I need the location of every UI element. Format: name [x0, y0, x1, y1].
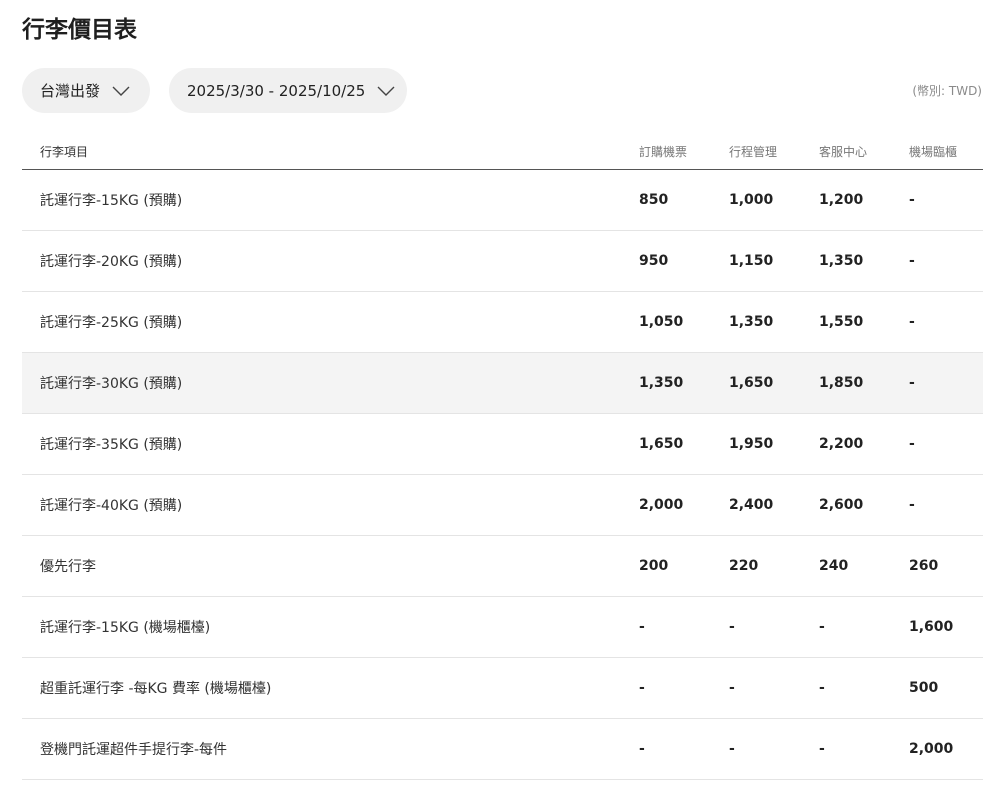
baggage-price-page: 行李價目表 台灣出發 2025/3/30 - 2025/10/25 (幣別: T…: [0, 0, 1000, 791]
table-row: 超重託運行李 -每KG 費率 (機場櫃檯) - - - 500: [22, 658, 983, 719]
price-booking: 1,350: [639, 375, 684, 391]
price-airport: -: [909, 253, 915, 269]
table-row: 登機門託運超件手提行李-每件 - - - 2,000: [22, 719, 983, 780]
price-service: 240: [819, 558, 849, 574]
price-booking: 2,000: [639, 497, 684, 513]
item-name: 託運行李-30KG (預購): [40, 376, 183, 392]
price-booking: 1,050: [639, 314, 684, 330]
origin-dropdown[interactable]: 台灣出發: [22, 68, 150, 113]
item-name: 優先行李: [40, 559, 96, 575]
table-row: 託運行李-30KG (預購) 1,350 1,650 1,850 -: [22, 353, 983, 414]
baggage-price-table: 行李項目 訂購機票 行程管理 客服中心 機場臨櫃 託運行李-15KG (預購) …: [22, 133, 983, 780]
price-airport: -: [909, 375, 915, 391]
table-row: 託運行李-40KG (預購) 2,000 2,400 2,600 -: [22, 475, 983, 536]
price-booking: 1,650: [639, 436, 684, 452]
price-airport: -: [909, 314, 915, 330]
currency-note: (幣別: TWD): [912, 84, 982, 98]
price-airport: 500: [909, 680, 939, 696]
page-title: 行李價目表: [22, 17, 137, 43]
table-row: 託運行李-35KG (預購) 1,650 1,950 2,200 -: [22, 414, 983, 475]
price-manage: -: [729, 619, 735, 635]
price-manage: -: [729, 741, 735, 757]
header-manage: 行程管理: [729, 144, 778, 159]
item-name: 託運行李-35KG (預購): [40, 437, 183, 453]
header-item: 行李項目: [40, 144, 89, 159]
item-name: 超重託運行李 -每KG 費率 (機場櫃檯): [40, 681, 272, 697]
price-airport: 1,600: [909, 619, 954, 635]
price-service: 2,200: [819, 436, 864, 452]
table-row: 託運行李-15KG (預購) 850 1,000 1,200 -: [22, 170, 983, 231]
price-booking: 200: [639, 558, 669, 574]
price-airport: -: [909, 497, 915, 513]
date-range-label: 2025/3/30 - 2025/10/25: [187, 81, 366, 100]
price-manage: 1,150: [729, 253, 774, 269]
price-booking: -: [639, 741, 645, 757]
header-service: 客服中心: [819, 144, 868, 159]
price-airport: -: [909, 436, 915, 452]
price-booking: -: [639, 619, 645, 635]
item-name: 託運行李-15KG (機場櫃檯): [40, 620, 211, 636]
price-service: -: [819, 619, 825, 635]
table-row: 優先行李 200 220 240 260: [22, 536, 983, 597]
chevron-down-icon: [112, 86, 130, 96]
price-service: -: [819, 680, 825, 696]
table-row: 託運行李-20KG (預購) 950 1,150 1,350 -: [22, 231, 983, 292]
origin-label: 台灣出發: [40, 82, 101, 100]
chevron-down-icon: [377, 86, 395, 96]
price-manage: 1,950: [729, 436, 774, 452]
item-name: 託運行李-25KG (預購): [40, 315, 183, 331]
price-airport: 260: [909, 558, 939, 574]
table-row: 託運行李-15KG (機場櫃檯) - - - 1,600: [22, 597, 983, 658]
price-manage: 1,650: [729, 375, 774, 391]
price-booking: -: [639, 680, 645, 696]
price-booking: 850: [639, 192, 669, 208]
header-booking: 訂購機票: [639, 144, 688, 159]
price-manage: 1,350: [729, 314, 774, 330]
price-service: -: [819, 741, 825, 757]
table-header: 行李項目 訂購機票 行程管理 客服中心 機場臨櫃: [22, 133, 983, 170]
item-name: 登機門託運超件手提行李-每件: [40, 742, 228, 758]
price-service: 1,350: [819, 253, 864, 269]
item-name: 託運行李-15KG (預購): [40, 193, 183, 209]
item-name: 託運行李-40KG (預購): [40, 498, 183, 514]
price-manage: 1,000: [729, 192, 774, 208]
price-manage: 220: [729, 558, 759, 574]
price-booking: 950: [639, 253, 669, 269]
price-service: 1,850: [819, 375, 864, 391]
price-service: 1,550: [819, 314, 864, 330]
item-name: 託運行李-20KG (預購): [40, 254, 183, 270]
price-airport: 2,000: [909, 741, 954, 757]
price-service: 1,200: [819, 192, 864, 208]
price-airport: -: [909, 192, 915, 208]
price-manage: 2,400: [729, 497, 774, 513]
table-row: 託運行李-25KG (預購) 1,050 1,350 1,550 -: [22, 292, 983, 353]
date-range-dropdown[interactable]: 2025/3/30 - 2025/10/25: [169, 68, 407, 113]
price-manage: -: [729, 680, 735, 696]
price-service: 2,600: [819, 497, 864, 513]
header-airport: 機場臨櫃: [909, 144, 958, 159]
